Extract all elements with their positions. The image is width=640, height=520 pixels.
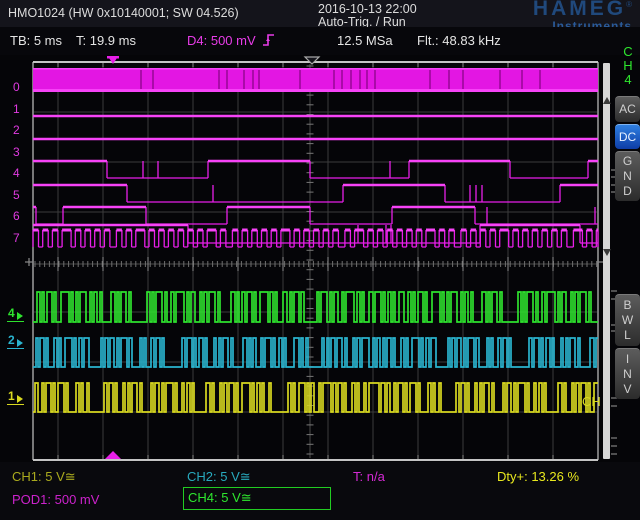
bottom-bar: CH1: 5 V≅ CH2: 5 V≅ T: n/a Dty+: 13.26 %…: [0, 462, 640, 520]
ch4-selected-box[interactable]: CH4: 5 V≅: [183, 487, 331, 510]
channel-marker-ch2[interactable]: 2: [7, 333, 24, 349]
right-arrow-icon: [17, 339, 23, 347]
pod1-scale-readout: POD1: 500 mV: [12, 492, 99, 507]
ch2-scale-readout: CH2: 5 V≅: [187, 469, 251, 485]
status-bar: TB: 5 ms T: 19.9 ms D4: 500 mV 12.5 MSa …: [0, 27, 640, 55]
right-arrow-icon: [17, 395, 23, 403]
right-arrow-icon: [17, 312, 23, 320]
pod-channel-label-7: 7: [13, 231, 27, 245]
pod-channel-label-4: 4: [13, 166, 27, 180]
display-scrollbar[interactable]: [603, 63, 610, 459]
registered-mark: ®: [626, 0, 632, 9]
bandwidth-limit-button[interactable]: B W L: [615, 294, 640, 346]
pod-channel-label-3: 3: [13, 145, 27, 159]
channel-marker-ch2-digit: 2: [8, 333, 15, 347]
scroll-down-arrow-icon[interactable]: [603, 249, 611, 256]
coupling-ac-button[interactable]: AC: [615, 96, 640, 122]
trigger-source-readout: D4: 500 mV: [187, 33, 256, 48]
channel-marker-ch1[interactable]: 1: [7, 389, 24, 405]
coupling-gnd-button[interactable]: G N D: [615, 151, 640, 201]
channel-marker-ch1-digit: 1: [8, 389, 15, 403]
rising-edge-icon: [262, 32, 276, 48]
scope-display: [0, 0, 640, 520]
brand-text: HAMEG: [533, 0, 626, 20]
datetime-text: 2016-10-13 22:00: [318, 2, 417, 16]
filter-readout: Flt.: 48.83 kHz: [417, 33, 501, 48]
time-readout: T: 19.9 ms: [76, 33, 136, 48]
samplerate-readout: 12.5 MSa: [337, 33, 393, 48]
pod-channel-label-0: 0: [13, 80, 27, 94]
channel-marker-ch4-digit: 4: [8, 306, 15, 320]
device-id-text: HMO1024 (HW 0x10140001; SW 04.526): [8, 6, 239, 20]
ch4-scale-readout: CH4: 5 V≅: [188, 490, 252, 506]
duty-cycle-readout: Dty+: 13.26 %: [497, 469, 579, 484]
ch1-scale-readout: CH1: 5 V≅: [12, 469, 76, 485]
oscilloscope-screen: HMO1024 (HW 0x10140001; SW 04.526) 2016-…: [0, 0, 640, 520]
pod-channel-label-5: 5: [13, 188, 27, 202]
ch-overlay-label: CH: [582, 394, 601, 409]
invert-button[interactable]: I N V: [615, 348, 640, 399]
pod-channel-label-6: 6: [13, 209, 27, 223]
scroll-up-arrow-icon[interactable]: [603, 97, 611, 104]
side-panel-channel-indicator: C H 4: [621, 45, 635, 87]
header-bar: HMO1024 (HW 0x10140001; SW 04.526) 2016-…: [0, 0, 640, 27]
pod-channel-label-2: 2: [13, 123, 27, 137]
coupling-dc-button[interactable]: DC: [615, 124, 640, 149]
channel-marker-ch4[interactable]: 4: [7, 306, 24, 322]
timebase-readout: TB: 5 ms: [10, 33, 62, 48]
trigger-time-readout: T: n/a: [353, 469, 385, 484]
pod-channel-label-1: 1: [13, 102, 27, 116]
